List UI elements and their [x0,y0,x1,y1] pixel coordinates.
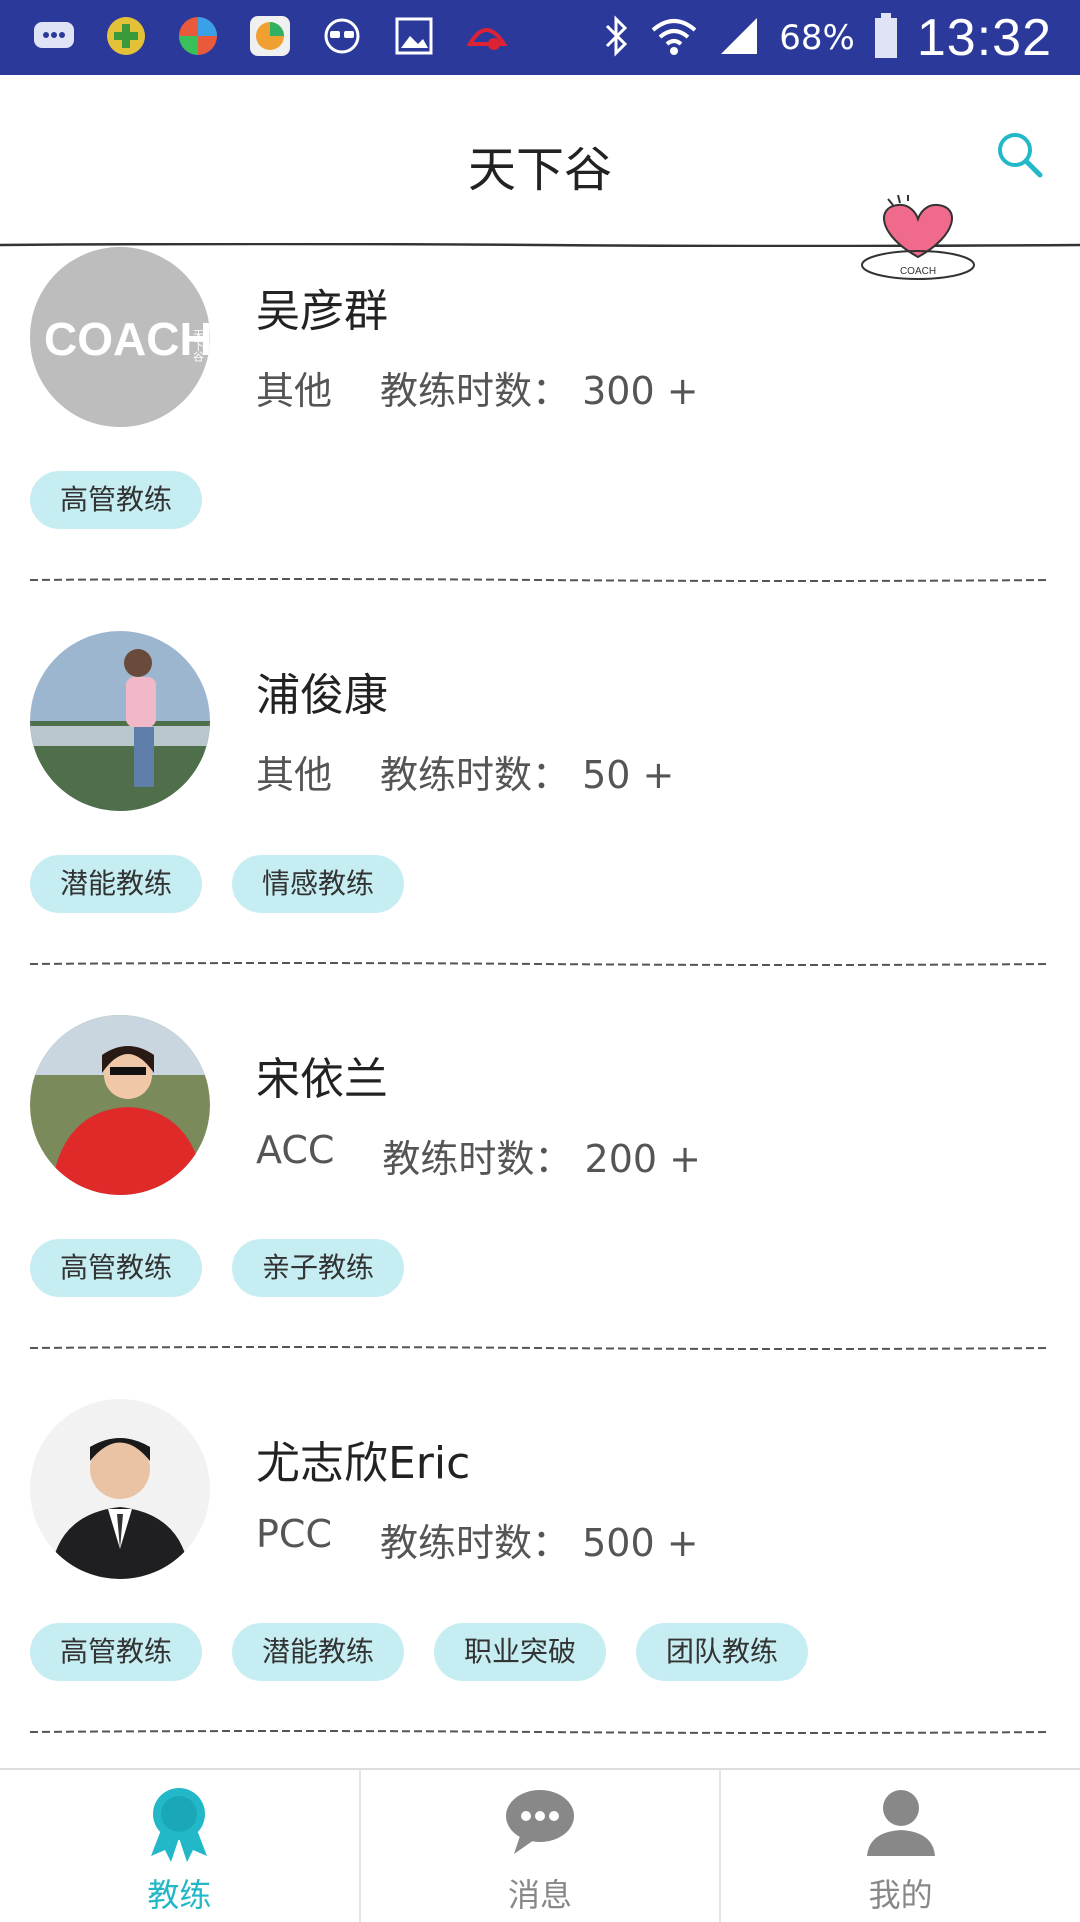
coach-hours: 教练时数： 300 + [380,360,699,415]
tag[interactable]: 亲子教练 [232,1239,405,1297]
chat-bubble-icon [506,1790,574,1854]
logo-side-text: 天下谷 [192,329,205,363]
tag[interactable]: 高管教练 [30,1623,203,1681]
tag[interactable]: 团队教练 [636,1623,809,1681]
notification-icons [30,12,510,60]
battery-percent: 68% [779,17,855,58]
tag[interactable]: 潜能教练 [232,1623,405,1681]
coach-meta: 其他 教练时数： 300 + [256,360,699,415]
app-notification-icon [102,12,150,60]
hours-label: 教练时数： [380,369,571,413]
signal-icon [717,14,761,62]
coach-cert: 其他 [256,753,333,797]
coach-item[interactable]: COACH 天下谷 吴彦群 其他 教练时数： 300 + 高管教练 [0,245,1080,629]
photos-notification-icon [246,12,294,60]
wifi-icon [649,14,699,62]
coach-cert: ACC [256,1128,335,1172]
coach-photo [30,1399,210,1579]
logo-text: COACH [44,313,210,365]
coach-list[interactable]: COACH 天下谷 吴彦群 其他 教练时数： 300 + 高管教练 浦俊康 其他… [0,245,1080,1781]
tag[interactable]: 潜能教练 [30,855,203,913]
avatar [30,631,210,811]
tab-profile[interactable]: 我的 [719,1770,1080,1922]
coach-meta: 其他 教练时数： 50 + [256,744,674,799]
tab-coach[interactable]: 教练 [0,1770,359,1922]
coach-item[interactable]: 尤志欣Eric PCC 教练时数： 500 + 高管教练 潜能教练 职业突破 团… [0,1397,1080,1781]
browser-notification-icon [174,12,222,60]
coach-item[interactable]: 宋依兰 ACC 教练时数： 200 + 高管教练 亲子教练 [0,1013,1080,1397]
battery-icon [873,12,899,63]
tag-list: 高管教练 潜能教练 职业突破 团队教练 [30,1623,809,1681]
tab-label: 教练 [147,1876,212,1914]
item-divider [30,962,1050,966]
clock: 13:32 [916,8,1052,67]
coach-item[interactable]: 浦俊康 其他 教练时数： 50 + 潜能教练 情感教练 [0,629,1080,1013]
avatar [30,1015,210,1195]
coach-cert: 其他 [256,369,333,413]
hours-label: 教练时数： [382,1137,573,1181]
coach-meta: ACC 教练时数： 200 + [256,1128,701,1183]
page-title: 天下谷 [467,142,612,198]
tab-messages[interactable]: 消息 [358,1770,720,1922]
tag[interactable]: 高管教练 [30,1239,203,1297]
hours-value: 200 + [584,1137,701,1181]
tag-list: 高管教练 [30,471,203,529]
coach-hours: 教练时数： 500 + [380,1512,699,1567]
avatar: COACH 天下谷 [30,247,210,427]
red-app-notification-icon [462,12,510,60]
system-status: 68% 13:32 [601,0,1052,75]
hours-label: 教练时数： [379,1521,570,1565]
coach-name: 宋依兰 [256,1054,388,1105]
tag-list: 高管教练 亲子教练 [30,1239,405,1297]
tag[interactable]: 职业突破 [434,1623,607,1681]
coach-name: 尤志欣Eric [256,1438,471,1489]
coach-hours: 教练时数： 50 + [380,744,674,799]
item-divider [30,1730,1050,1734]
bottom-nav: 教练 消息 我的 [0,1768,1080,1922]
search-icon [998,133,1043,178]
coach-photo [30,631,210,811]
coach-name: 浦俊康 [256,670,388,721]
hours-value: 50 + [582,753,675,797]
coach-photo [30,1015,210,1195]
user-icon [866,1790,935,1856]
status-bar: 68% 13:32 [0,0,1080,75]
coach-meta: PCC 教练时数： 500 + [256,1512,699,1567]
avatar [30,1399,210,1579]
tab-label: 消息 [508,1876,573,1914]
bluetooth-icon [601,14,631,62]
coach-logo-avatar: COACH 天下谷 [30,247,210,427]
image-notification-icon [390,12,438,60]
chat-notification-icon [30,12,78,60]
hours-label: 教练时数： [380,753,571,797]
tag-list: 潜能教练 情感教练 [30,855,405,913]
coach-hours: 教练时数： 200 + [382,1128,701,1183]
tab-label: 我的 [868,1876,933,1914]
search-button[interactable] [995,130,1045,180]
hours-value: 500 + [582,1521,699,1565]
hours-value: 300 + [582,369,699,413]
coach-name: 吴彦群 [256,286,388,337]
item-divider [30,578,1050,582]
tag[interactable]: 高管教练 [30,471,203,529]
glasses-notification-icon [318,12,366,60]
item-divider [30,1346,1050,1350]
coach-cert: PCC [256,1512,332,1556]
award-ribbon-icon [151,1788,208,1862]
tag[interactable]: 情感教练 [232,855,405,913]
